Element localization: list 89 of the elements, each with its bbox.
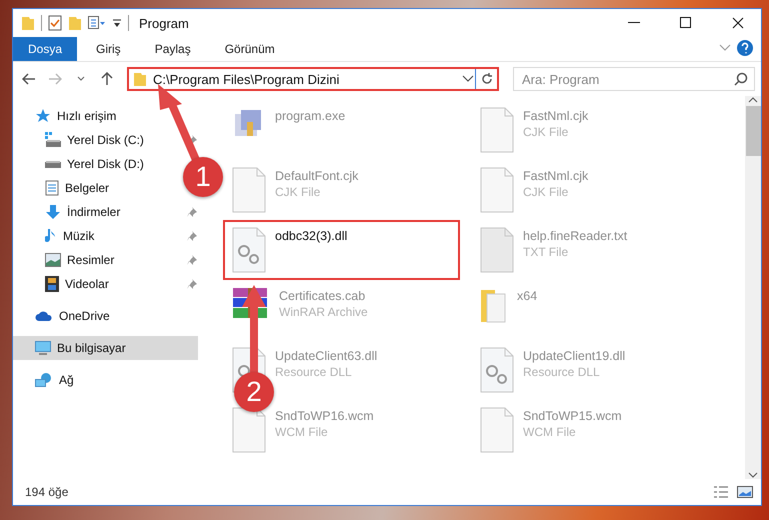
pin-icon[interactable]	[186, 278, 198, 290]
sidebar-item[interactable]: OneDrive	[13, 304, 114, 328]
ribbon-tab[interactable]: Paylaş	[140, 37, 206, 61]
window-title: Program	[139, 16, 190, 30]
large-icons-view-icon[interactable]	[737, 485, 753, 499]
address-bar[interactable]: C:\Program Files\Program Dizini	[127, 67, 499, 91]
cloud-icon	[35, 310, 53, 322]
monitor-icon	[35, 340, 51, 356]
file-type: CJK File	[523, 185, 570, 199]
close-icon	[732, 17, 744, 29]
properties-icon	[88, 16, 106, 30]
sidebar-item[interactable]: Belgeler	[13, 176, 114, 200]
file-type: CJK File	[523, 125, 570, 139]
film-icon	[45, 276, 59, 292]
picture-icon	[45, 253, 61, 267]
ribbon-tab[interactable]: Dosya	[13, 37, 78, 61]
down-arrow-icon	[45, 204, 61, 220]
forward-arrow-icon	[48, 73, 62, 85]
scroll-up-icon[interactable]	[748, 96, 758, 104]
sidebar-item[interactable]: Hızlı erişim	[13, 104, 120, 128]
file-name: SndToWP16.wcm	[275, 409, 374, 423]
file-type: TXT File	[523, 245, 570, 259]
maximize-icon	[680, 17, 692, 29]
sidebar-item[interactable]: İndirmeler	[13, 200, 124, 224]
scrollbar-thumb[interactable]	[746, 106, 760, 156]
file-type: WCM File	[275, 425, 329, 439]
gear-file-icon	[479, 346, 515, 394]
chevron-down-icon	[719, 44, 731, 52]
sidebar-item[interactable]: Yerel Disk (D:)	[13, 152, 148, 176]
details-view-icon[interactable]	[713, 485, 729, 499]
file-name: UpdateClient63.dll	[275, 349, 378, 363]
item-count: 194 öğe	[25, 485, 70, 499]
file-name: UpdateClient19.dll	[523, 349, 626, 363]
file-type: CJK File	[275, 185, 322, 199]
minimize-icon	[628, 22, 640, 24]
file-type: WinRAR Archive	[279, 305, 368, 319]
sidebar-item[interactable]: Bu bilgisayar	[13, 336, 198, 360]
address-path: C:\Program Files\Program Dizini	[153, 72, 340, 86]
pin-icon[interactable]	[186, 254, 198, 266]
folder-icon	[21, 15, 35, 31]
dropdown-icon	[112, 17, 122, 29]
file-type: Resource DLL	[523, 365, 601, 379]
pin-icon[interactable]	[186, 230, 198, 242]
scrollbar[interactable]	[745, 96, 761, 479]
sidebar-item[interactable]: Videolar	[13, 272, 113, 296]
file-icon	[231, 166, 267, 214]
folder-icon	[68, 15, 82, 31]
drive-icon	[45, 132, 61, 148]
file-icon	[479, 106, 515, 154]
sidebar-item[interactable]: Resimler	[13, 248, 118, 272]
checklist-icon	[48, 15, 62, 31]
refresh-icon	[480, 73, 492, 85]
file-name: x64	[517, 289, 538, 303]
network-icon	[35, 372, 53, 388]
sidebar-item[interactable]: Yerel Disk (C:)	[13, 128, 148, 152]
file-icon	[231, 406, 267, 454]
file-type: Resource DLL	[275, 365, 353, 379]
scroll-down-icon[interactable]	[748, 471, 758, 479]
pin-icon[interactable]	[186, 206, 198, 218]
sidebar-item[interactable]: Müzik	[13, 224, 98, 248]
file-name: program.exe	[275, 109, 346, 123]
file-type: WCM File	[523, 425, 577, 439]
highlighted-file-item[interactable]: odbc32(3).dll	[223, 220, 460, 280]
chevron-down-icon	[77, 76, 85, 82]
star-icon	[35, 108, 51, 124]
music-note-icon	[45, 228, 57, 244]
search-icon	[734, 72, 748, 86]
text-file-icon	[479, 226, 515, 274]
file-name: DefaultFont.cjk	[275, 169, 358, 183]
file-name: FastNml.cjk	[523, 169, 588, 183]
folder-icon	[133, 71, 147, 87]
file-icon	[479, 406, 515, 454]
ribbon-tab[interactable]: Giriş	[81, 37, 136, 61]
sidebar-item[interactable]: Ağ	[13, 368, 78, 392]
drive-icon	[45, 160, 61, 168]
search-box[interactable]: Ara: Program	[513, 67, 755, 91]
back-arrow-icon	[22, 73, 36, 85]
file-name: help.fineReader.txt	[523, 229, 628, 243]
gear-file-icon	[231, 226, 267, 274]
ribbon-tab[interactable]: Görünüm	[210, 37, 290, 61]
help-button[interactable]	[735, 37, 755, 59]
file-name: Certificates.cab	[279, 289, 366, 303]
file-name: FastNml.cjk	[523, 109, 588, 123]
chevron-down-icon	[461, 74, 475, 84]
up-arrow-icon	[101, 72, 113, 86]
file-name: SndToWP15.wcm	[523, 409, 622, 423]
file-name: odbc32(3).dll	[275, 229, 348, 243]
document-icon	[45, 180, 59, 196]
file-icon	[479, 166, 515, 214]
